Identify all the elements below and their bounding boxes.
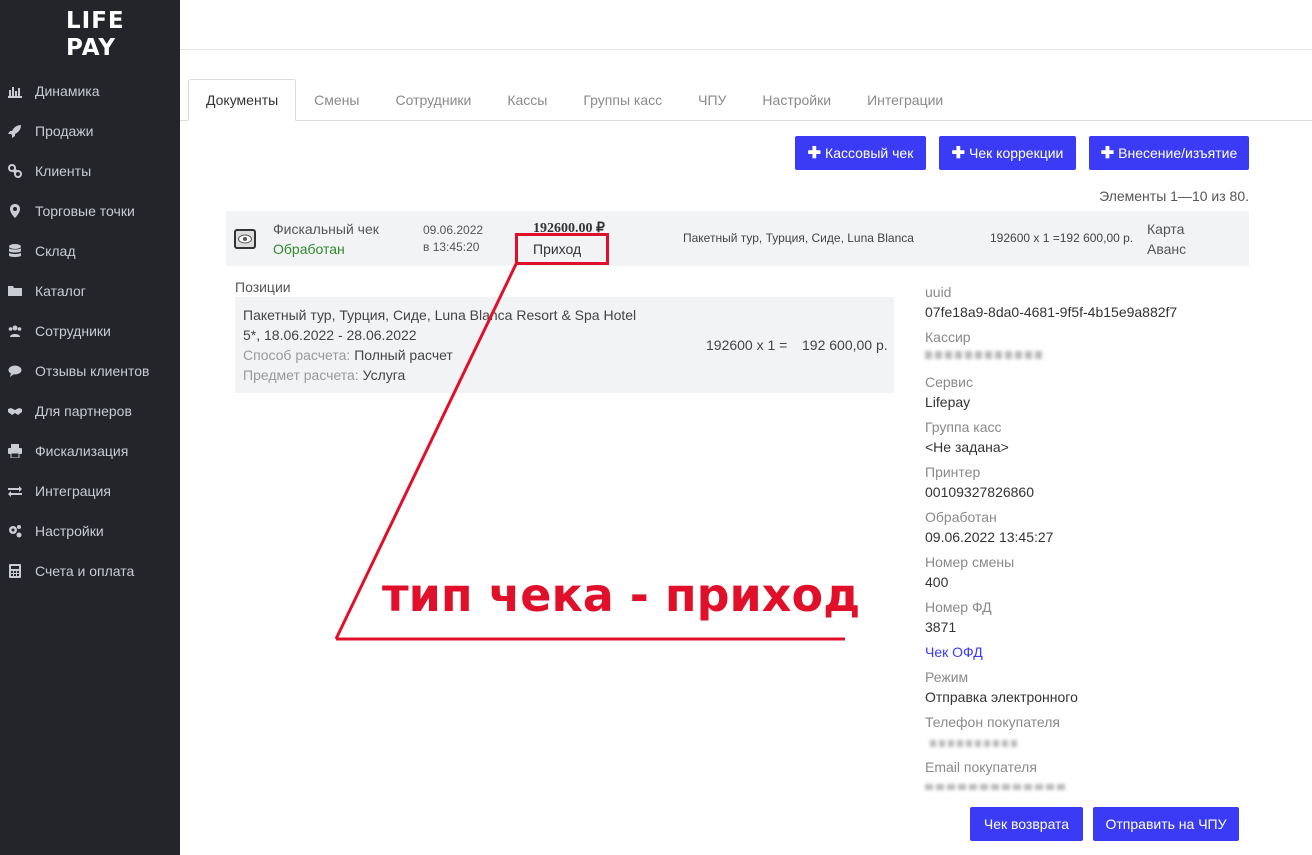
annotation-text: тип чека - приход — [382, 568, 861, 622]
annotation-arrow-lines — [334, 261, 845, 641]
